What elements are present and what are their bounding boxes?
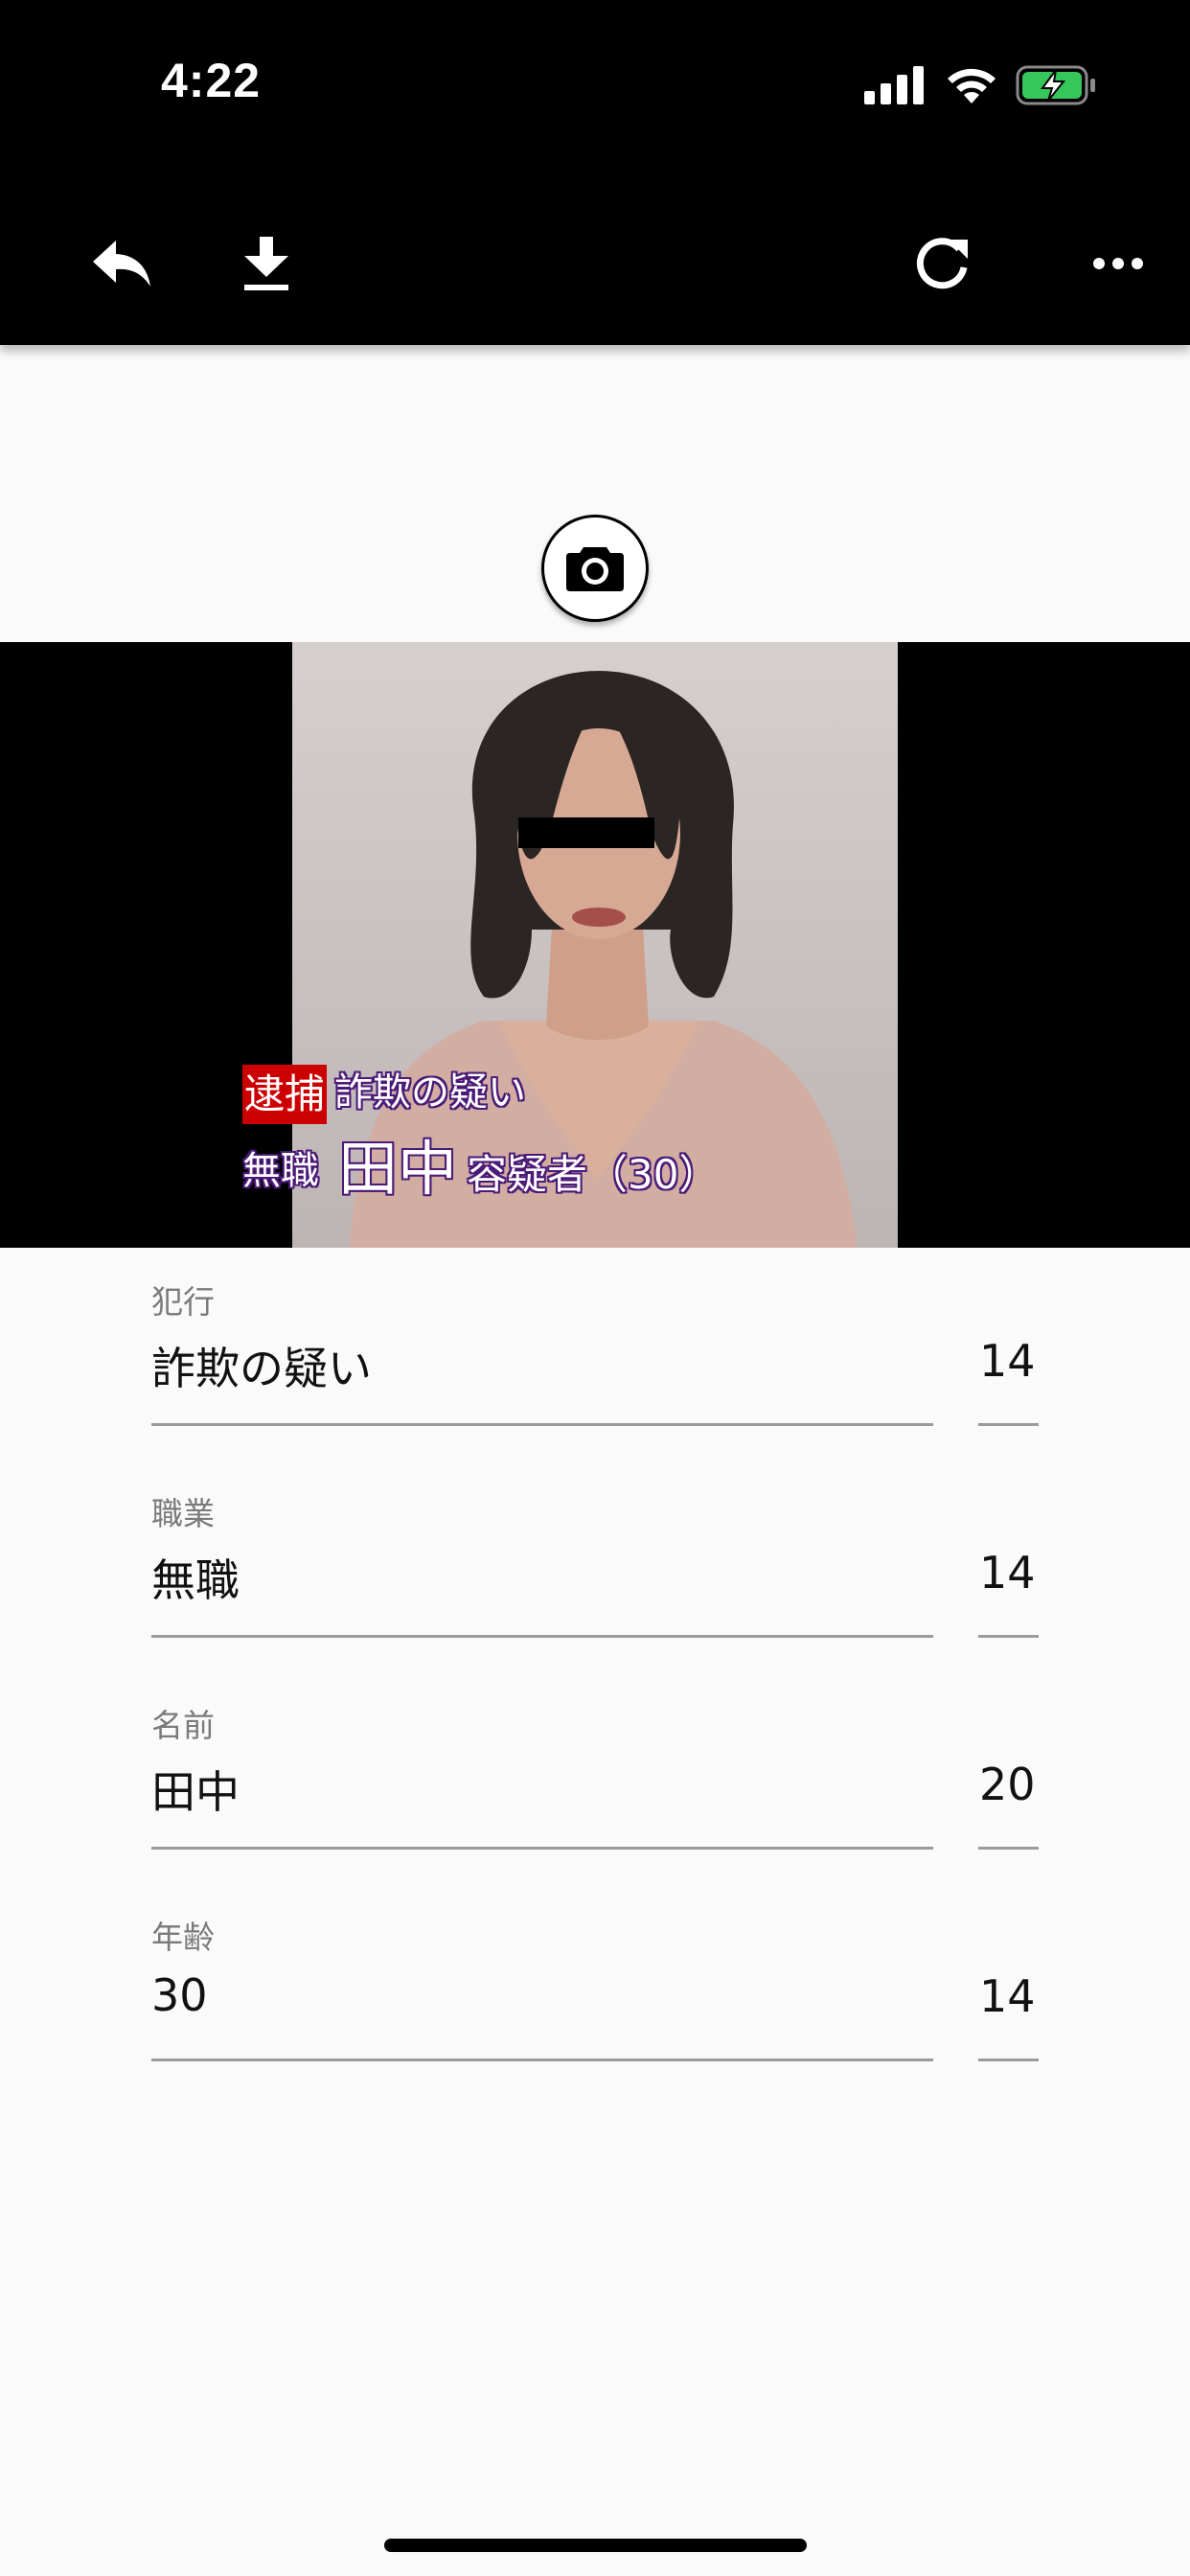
download-icon — [244, 237, 288, 290]
more-button[interactable] — [1075, 220, 1161, 307]
name-field[interactable]: 名前 田中 — [151, 1700, 240, 1821]
battery-charging-icon — [1016, 65, 1095, 105]
font-size-field[interactable]: 20 — [979, 1759, 1036, 1810]
back-button[interactable] — [79, 220, 165, 307]
more-horizontal-icon — [1093, 258, 1143, 269]
status-icons — [864, 59, 1098, 111]
download-button[interactable] — [223, 220, 309, 307]
cellular-signal-icon — [864, 66, 924, 104]
occupation-field[interactable]: 職業 無職 — [151, 1488, 240, 1609]
field-underline — [978, 1423, 1039, 1426]
home-indicator[interactable] — [384, 2539, 807, 2552]
field-value[interactable]: 田中 — [151, 1758, 240, 1821]
caption-occupation: 無職 — [242, 1149, 319, 1193]
caption-crime: 詐欺の疑い — [334, 1070, 526, 1115]
field-value[interactable]: 詐欺の疑い — [151, 1334, 372, 1397]
field-label: 職業 — [151, 1495, 215, 1532]
age-field[interactable]: 年齢 30 — [151, 1912, 215, 2021]
field-underline — [151, 1635, 933, 1638]
field-underline — [978, 2058, 1039, 2061]
caption-name: 田中 — [338, 1134, 458, 1204]
wifi-icon — [948, 68, 995, 104]
field-underline — [978, 1635, 1039, 1638]
field-label: 年齢 — [151, 1919, 215, 1956]
camera-icon — [566, 547, 624, 591]
field-value[interactable]: 30 — [151, 1969, 215, 2021]
caption-tag: 逮捕 — [242, 1065, 328, 1124]
font-size-field[interactable]: 14 — [979, 1547, 1036, 1598]
refresh-icon — [916, 238, 968, 289]
reply-icon — [93, 241, 150, 287]
font-size-field[interactable]: 14 — [979, 1970, 1036, 2022]
field-label: 名前 — [151, 1707, 215, 1744]
field-label: 犯行 — [151, 1283, 215, 1321]
field-underline — [151, 1847, 933, 1850]
photo-preview: 逮捕 詐欺の疑い 無職 田中 容疑者（30） — [0, 642, 1190, 1248]
top-bar: 4:22 — [0, 0, 1190, 345]
field-underline — [151, 2058, 933, 2061]
field-underline — [151, 1423, 933, 1426]
status-time: 4:22 — [161, 54, 262, 107]
caption-suffix: 容疑者（30） — [467, 1151, 720, 1198]
field-value[interactable]: 無職 — [151, 1546, 240, 1609]
field-underline — [978, 1847, 1039, 1850]
crime-field[interactable]: 犯行 詐欺の疑い — [151, 1276, 372, 1397]
font-size-field[interactable]: 14 — [979, 1335, 1036, 1387]
refresh-button[interactable] — [899, 220, 985, 307]
camera-button[interactable] — [541, 515, 649, 622]
